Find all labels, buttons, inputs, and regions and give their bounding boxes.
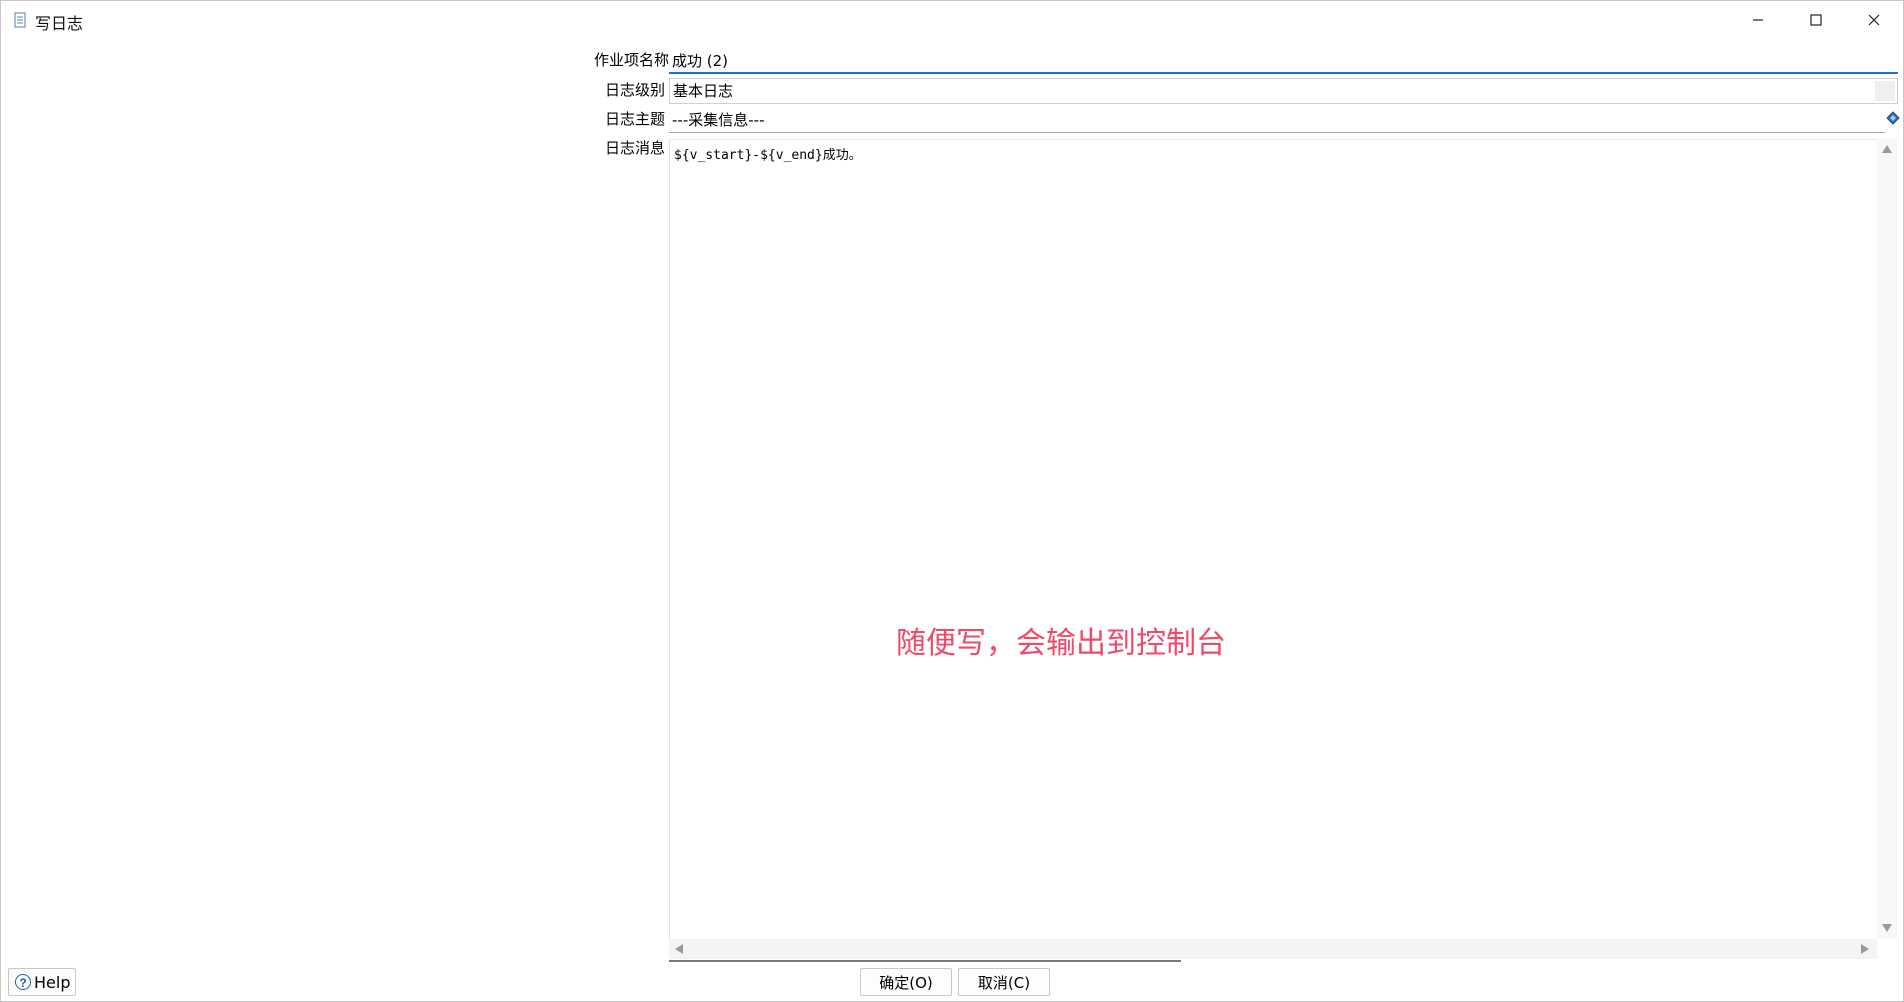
- annotation-text: 随便写，会输出到控制台: [896, 626, 1226, 661]
- minimize-button[interactable]: [1729, 1, 1787, 39]
- write-log-dialog: 写日志 作业项名称 成功 (2) 日志级别 基本日志 日志主题 ---采集信息-…: [0, 0, 1904, 1002]
- scroll-up-arrow-icon[interactable]: [1882, 145, 1892, 153]
- help-label: Help: [34, 972, 71, 992]
- dropdown-button[interactable]: [1875, 81, 1895, 101]
- log-subject-input[interactable]: ---采集信息---: [669, 107, 1885, 133]
- help-button[interactable]: ? Help: [8, 968, 76, 996]
- title-bar: 写日志: [1, 1, 1903, 39]
- ok-button[interactable]: 确定(O): [860, 968, 952, 996]
- help-icon: ?: [15, 974, 31, 990]
- horizontal-scroll-thumb[interactable]: [669, 960, 1181, 962]
- log-subject-label: 日志主题: [604, 110, 665, 128]
- minimize-icon: [1753, 19, 1763, 21]
- log-level-label: 日志级别: [604, 81, 665, 99]
- vertical-scrollbar[interactable]: [1877, 139, 1897, 939]
- window-title: 写日志: [35, 14, 84, 33]
- scroll-down-arrow-icon[interactable]: [1882, 924, 1892, 932]
- log-level-value: 基本日志: [673, 82, 734, 100]
- log-level-select[interactable]: 基本日志: [669, 78, 1898, 104]
- close-button[interactable]: [1845, 1, 1903, 39]
- horizontal-scrollbar[interactable]: [669, 939, 1877, 959]
- job-name-input[interactable]: 成功 (2): [669, 48, 1898, 74]
- close-icon: [1868, 14, 1880, 26]
- scroll-right-arrow-icon[interactable]: [1861, 944, 1869, 954]
- variable-diamond-icon[interactable]: [1886, 111, 1900, 125]
- job-name-label: 作业项名称: [593, 51, 669, 69]
- scroll-left-arrow-icon[interactable]: [675, 944, 683, 954]
- log-message-textarea[interactable]: ${v_start}-${v_end}成功。: [669, 139, 1877, 939]
- log-file-icon: [14, 12, 26, 28]
- maximize-button[interactable]: [1787, 1, 1845, 39]
- cancel-button[interactable]: 取消(C): [958, 968, 1050, 996]
- maximize-icon: [1810, 14, 1822, 26]
- log-message-label: 日志消息: [604, 139, 665, 157]
